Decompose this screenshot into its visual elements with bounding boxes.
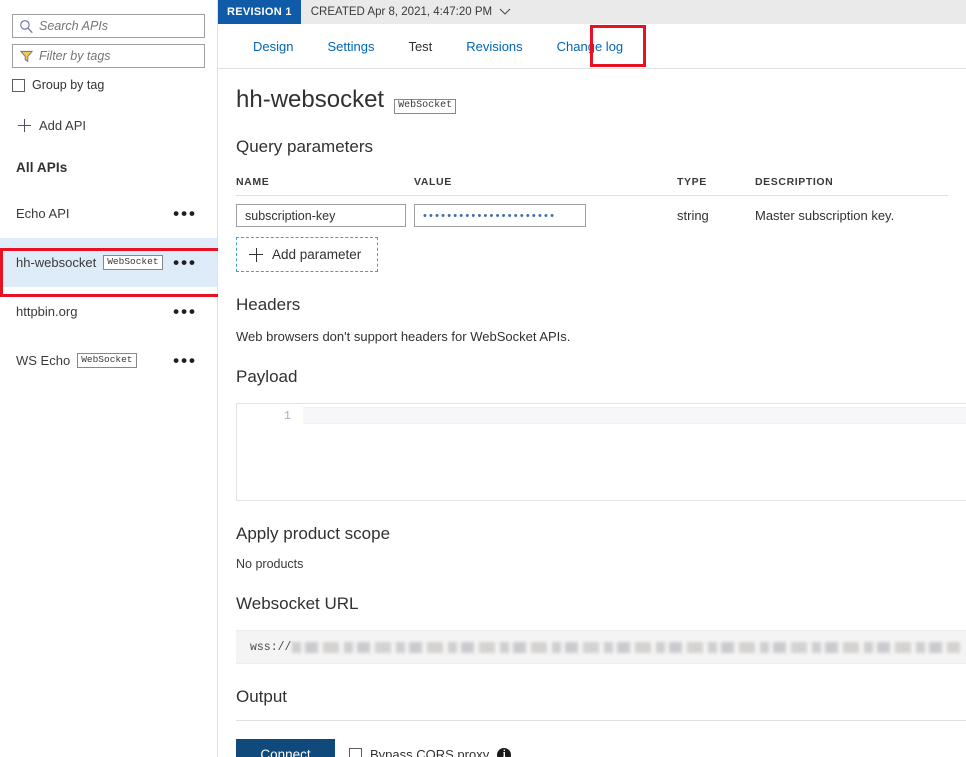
api-name: WS Echo xyxy=(16,353,70,368)
group-by-tag-box[interactable] xyxy=(12,79,25,92)
add-parameter-button[interactable]: Add parameter xyxy=(236,237,378,272)
context-menu-icon[interactable]: ••• xyxy=(173,259,197,267)
tab-bar: Design Settings Test Revisions Change lo… xyxy=(218,24,966,69)
apply-product-scope-heading: Apply product scope xyxy=(236,524,966,544)
query-parameters-heading: Query parameters xyxy=(236,137,966,157)
api-name: httpbin.org xyxy=(16,304,77,319)
output-heading: Output xyxy=(236,687,966,707)
parameter-description: Master subscription key. xyxy=(755,208,948,223)
websocket-badge: WebSocket xyxy=(103,255,162,270)
column-header-description: DESCRIPTION xyxy=(755,176,948,188)
plus-icon xyxy=(249,248,263,262)
bypass-cors-proxy-checkbox[interactable]: Bypass CORS proxy i xyxy=(349,747,511,757)
bypass-cors-label: Bypass CORS proxy xyxy=(370,747,489,757)
websocket-badge: WebSocket xyxy=(394,99,456,114)
table-header-row: NAME VALUE TYPE DESCRIPTION xyxy=(236,176,948,196)
websocket-url-scheme: wss:// xyxy=(250,641,291,654)
payload-heading: Payload xyxy=(236,367,966,387)
payload-line-gutter: 1 xyxy=(237,404,303,500)
api-sidebar: Search APIs Filter by tags Group by tag … xyxy=(0,0,218,757)
page-title: hh-websocket WebSocket xyxy=(236,86,966,114)
websocket-url-redacted xyxy=(292,642,960,653)
group-by-tag-checkbox[interactable]: Group by tag xyxy=(12,78,217,92)
tab-change-log[interactable]: Change log xyxy=(540,24,641,68)
context-menu-icon[interactable]: ••• xyxy=(173,308,197,316)
group-by-tag-label: Group by tag xyxy=(32,78,104,92)
search-apis-placeholder: Search APIs xyxy=(39,19,108,33)
parameter-value-input[interactable]: •••••••••••••••••••••• xyxy=(414,204,586,227)
query-parameters-table: NAME VALUE TYPE DESCRIPTION subscription… xyxy=(236,176,966,272)
page-title-text: hh-websocket xyxy=(236,86,384,114)
column-header-type: TYPE xyxy=(677,176,755,188)
api-list-item-hh-websocket[interactable]: hh-websocket WebSocket ••• xyxy=(0,238,217,287)
search-apis-input[interactable]: Search APIs xyxy=(12,14,205,38)
main-panel: REVISION 1 CREATED Apr 8, 2021, 4:47:20 … xyxy=(218,0,966,757)
revision-created-text: CREATED Apr 8, 2021, 4:47:20 PM xyxy=(311,6,492,18)
context-menu-icon[interactable]: ••• xyxy=(173,210,197,218)
column-header-name: NAME xyxy=(236,176,414,188)
bypass-cors-box[interactable] xyxy=(349,748,362,757)
info-icon[interactable]: i xyxy=(497,748,511,757)
column-header-value: VALUE xyxy=(414,176,677,188)
parameter-name-input[interactable]: subscription-key xyxy=(236,204,406,227)
api-name: Echo API xyxy=(16,206,69,221)
tab-test[interactable]: Test xyxy=(391,24,449,68)
websocket-badge: WebSocket xyxy=(77,353,136,368)
chevron-down-icon[interactable] xyxy=(499,6,511,18)
websocket-url-heading: Websocket URL xyxy=(236,594,966,614)
add-api-label: Add API xyxy=(39,118,86,133)
tab-revisions[interactable]: Revisions xyxy=(449,24,539,68)
api-list: Echo API ••• hh-websocket WebSocket ••• … xyxy=(0,189,217,385)
context-menu-icon[interactable]: ••• xyxy=(173,357,197,365)
table-row: subscription-key •••••••••••••••••••••• … xyxy=(236,196,948,227)
search-icon xyxy=(13,15,39,37)
connect-button[interactable]: Connect xyxy=(236,739,335,757)
payload-editor-body[interactable] xyxy=(303,404,966,500)
line-number: 1 xyxy=(284,409,291,423)
tab-settings[interactable]: Settings xyxy=(310,24,391,68)
headers-note: Web browsers don't support headers for W… xyxy=(236,329,966,344)
all-apis-heading: All APIs xyxy=(16,160,217,175)
payload-editor[interactable]: 1 xyxy=(236,403,966,501)
tab-design[interactable]: Design xyxy=(236,24,310,68)
parameter-type: string xyxy=(677,208,755,223)
output-divider xyxy=(236,720,966,721)
api-list-item-httpbin-org[interactable]: httpbin.org ••• xyxy=(0,287,217,336)
payload-active-line[interactable] xyxy=(303,407,966,424)
test-console-content: hh-websocket WebSocket Query parameters … xyxy=(218,86,966,757)
revision-bar: REVISION 1 CREATED Apr 8, 2021, 4:47:20 … xyxy=(218,0,966,24)
product-scope-value: No products xyxy=(236,557,966,571)
test-console-footer: Connect Bypass CORS proxy i xyxy=(236,739,966,757)
add-parameter-label: Add parameter xyxy=(272,247,361,262)
api-management-test-console: Search APIs Filter by tags Group by tag … xyxy=(0,0,966,757)
headers-heading: Headers xyxy=(236,295,966,315)
api-list-item-ws-echo[interactable]: WS Echo WebSocket ••• xyxy=(0,336,217,385)
add-api-button[interactable]: Add API xyxy=(18,118,217,133)
api-list-item-echo-api[interactable]: Echo API ••• xyxy=(0,189,217,238)
filter-icon xyxy=(13,45,39,67)
plus-icon xyxy=(18,119,31,132)
revision-badge: REVISION 1 xyxy=(218,0,301,24)
filter-by-tags-placeholder: Filter by tags xyxy=(39,49,111,63)
api-name: hh-websocket xyxy=(16,255,96,270)
filter-by-tags-input[interactable]: Filter by tags xyxy=(12,44,205,68)
revision-created[interactable]: CREATED Apr 8, 2021, 4:47:20 PM xyxy=(311,6,511,18)
websocket-url-bar[interactable]: wss:// xyxy=(236,630,966,664)
